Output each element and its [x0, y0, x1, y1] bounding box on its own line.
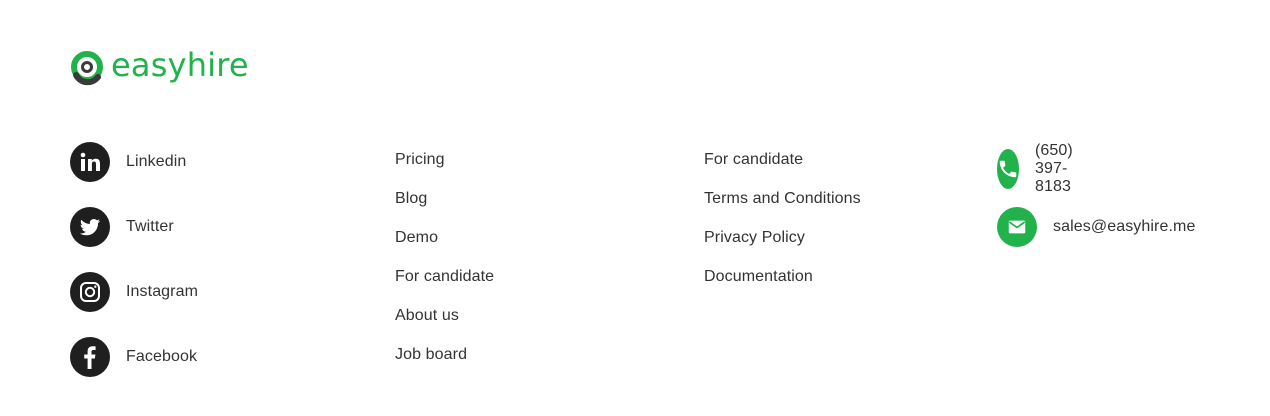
link-terms-and-conditions[interactable]: Terms and Conditions	[704, 190, 861, 208]
link-blog[interactable]: Blog	[395, 190, 427, 208]
linkedin-icon	[70, 142, 110, 182]
contact-phone[interactable]: (650) 397-8183	[997, 142, 1091, 196]
link-about-us[interactable]: About us	[395, 307, 459, 325]
contact-email[interactable]: sales@easyhire.me	[997, 207, 1195, 247]
link-documentation[interactable]: Documentation	[704, 268, 813, 286]
link-privacy-policy[interactable]: Privacy Policy	[704, 229, 805, 247]
social-item-facebook[interactable]: Facebook	[70, 337, 197, 377]
link-for-candidate[interactable]: For candidate	[395, 268, 494, 286]
mail-icon	[997, 207, 1037, 247]
link-pricing[interactable]: Pricing	[395, 151, 445, 169]
link-job-board[interactable]: Job board	[395, 346, 467, 364]
twitter-icon	[70, 207, 110, 247]
phone-number: (650) 397-8183	[1035, 142, 1073, 195]
social-item-instagram[interactable]: Instagram	[70, 272, 198, 312]
link-for-candidate-secondary[interactable]: For candidate	[704, 151, 803, 169]
social-item-linkedin[interactable]: Linkedin	[70, 142, 186, 182]
brand-name: easyhire	[111, 46, 249, 84]
social-label: Instagram	[126, 283, 199, 300]
social-label: Twitter	[126, 218, 174, 235]
social-label: Linkedin	[126, 153, 187, 170]
facebook-icon	[70, 337, 110, 377]
social-item-twitter[interactable]: Twitter	[70, 207, 174, 247]
email-address: sales@easyhire.me	[1053, 218, 1196, 235]
link-demo[interactable]: Demo	[395, 229, 438, 247]
social-label: Facebook	[126, 348, 198, 365]
instagram-icon	[70, 272, 110, 312]
brand-logo[interactable]: easyhire	[70, 46, 249, 86]
easyhire-logo-icon	[71, 51, 103, 86]
phone-icon	[997, 149, 1019, 189]
